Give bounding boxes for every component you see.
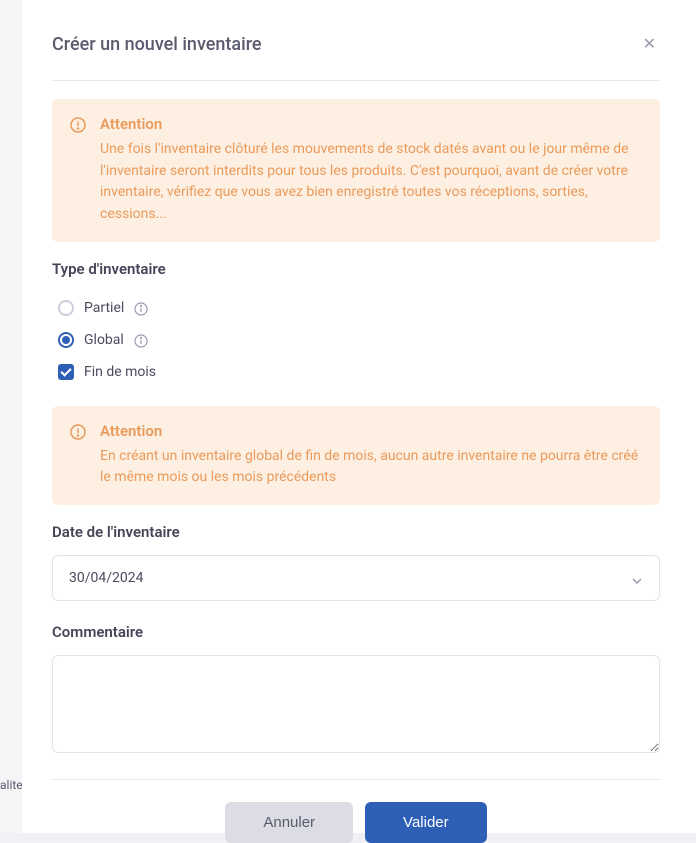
cancel-button[interactable]: Annuler bbox=[225, 802, 353, 843]
inventory-type-label: Type d'inventaire bbox=[52, 260, 660, 278]
radio-partial-label: Partiel bbox=[84, 300, 124, 316]
modal-footer: Annuler Valider bbox=[52, 802, 660, 843]
modal-header: Créer un nouvel inventaire ✕ bbox=[52, 30, 660, 81]
warning-alert-end-of-month: Attention En créant un inventaire global… bbox=[52, 406, 660, 505]
background-text: alite bbox=[0, 778, 23, 792]
modal-title: Créer un nouvel inventaire bbox=[52, 34, 262, 55]
alert-title: Attention bbox=[100, 422, 642, 440]
close-icon: ✕ bbox=[643, 36, 656, 53]
alert-text: Une fois l'inventaire clôturé les mouvem… bbox=[100, 139, 642, 226]
info-icon[interactable] bbox=[134, 333, 148, 347]
submit-button[interactable]: Valider bbox=[365, 802, 487, 843]
footer-divider bbox=[52, 779, 660, 780]
warning-icon bbox=[70, 117, 86, 133]
close-button[interactable]: ✕ bbox=[639, 30, 660, 58]
inventory-date-value: 30/04/2024 bbox=[69, 570, 144, 586]
radio-row-partial[interactable]: Partiel bbox=[52, 292, 660, 324]
info-icon[interactable] bbox=[134, 301, 148, 315]
checkbox-end-of-month-label: Fin de mois bbox=[84, 364, 156, 380]
create-inventory-modal: Créer un nouvel inventaire ✕ Attention U… bbox=[22, 0, 696, 833]
radio-global-label: Global bbox=[84, 332, 124, 348]
radio-row-global[interactable]: Global bbox=[52, 324, 660, 356]
chevron-down-icon bbox=[631, 572, 643, 584]
checkbox-row-end-of-month[interactable]: Fin de mois bbox=[52, 356, 660, 388]
alert-text: En créant un inventaire global de fin de… bbox=[100, 446, 642, 489]
inventory-type-group: Partiel Global Fin de mo bbox=[52, 292, 660, 388]
inventory-date-label: Date de l'inventaire bbox=[52, 523, 660, 541]
checkbox-end-of-month[interactable] bbox=[58, 364, 74, 380]
warning-alert-closure: Attention Une fois l'inventaire clôturé … bbox=[52, 99, 660, 242]
background-strip bbox=[0, 0, 22, 833]
alert-title: Attention bbox=[100, 115, 642, 133]
inventory-date-select[interactable]: 30/04/2024 bbox=[52, 555, 660, 601]
radio-partial[interactable] bbox=[58, 300, 74, 316]
alert-body: Attention En créant un inventaire global… bbox=[100, 422, 642, 489]
comment-label: Commentaire bbox=[52, 623, 660, 641]
alert-body: Attention Une fois l'inventaire clôturé … bbox=[100, 115, 642, 226]
radio-global[interactable] bbox=[58, 332, 74, 348]
warning-icon bbox=[70, 424, 86, 440]
comment-textarea[interactable] bbox=[52, 655, 660, 753]
